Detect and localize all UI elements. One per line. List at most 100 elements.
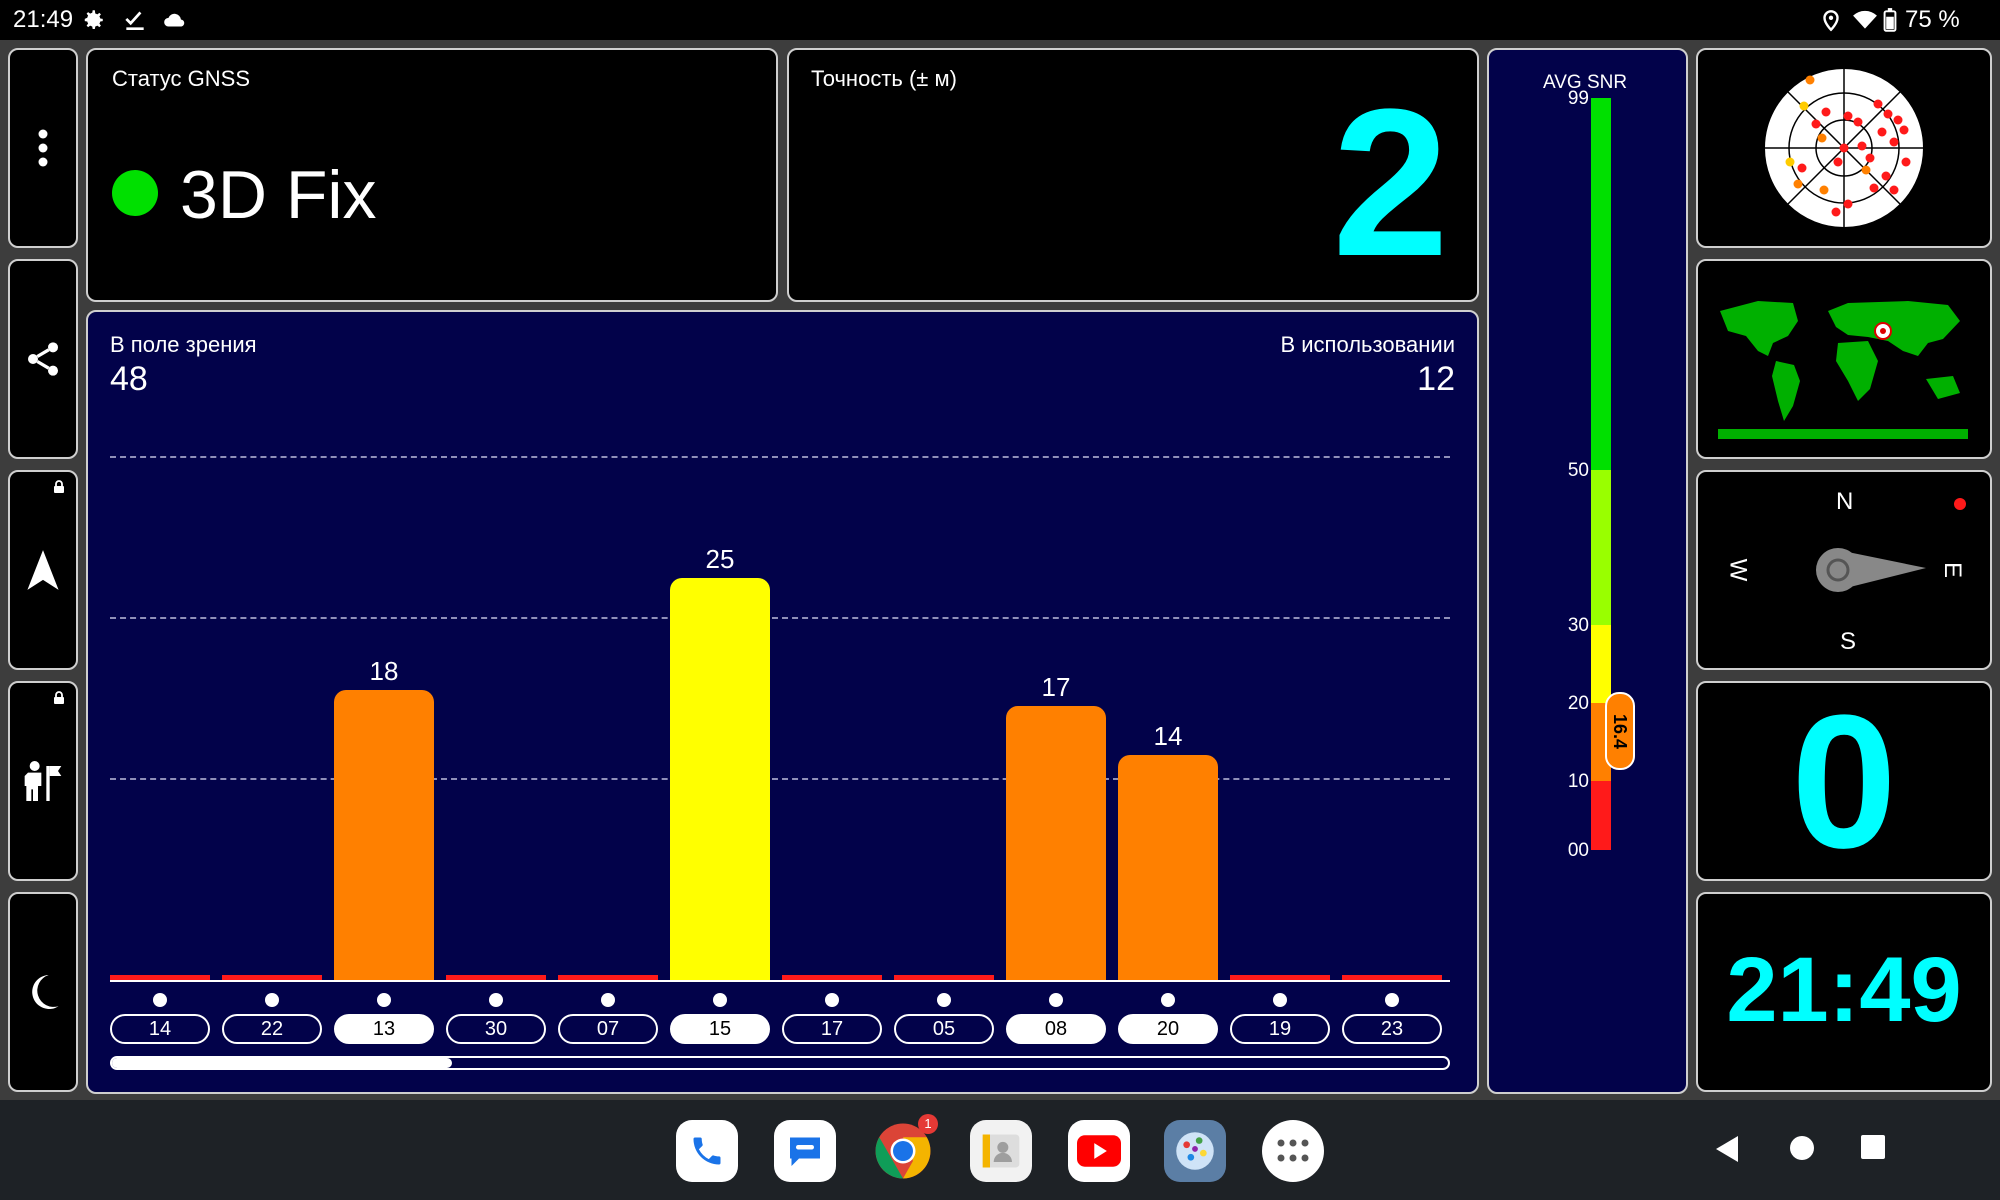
messages-icon: [790, 1137, 820, 1166]
share-icon: [28, 342, 58, 376]
compass-south: S: [1840, 628, 1857, 655]
satellite-status-dot: [265, 993, 279, 1007]
signal-bar: [1118, 754, 1218, 980]
satellite-prn[interactable]: 15: [670, 1014, 770, 1044]
grid-line: [110, 456, 1450, 458]
sky-plot-satellite: [1883, 109, 1893, 119]
speed-panel[interactable]: 0: [1696, 681, 1992, 881]
navigation-arrow-icon: [27, 550, 59, 590]
signal-bar: [670, 577, 770, 980]
battery-percent: 75 %: [1905, 6, 1960, 33]
world-map: [1718, 301, 1968, 439]
sky-plot-satellite: [1853, 117, 1863, 127]
satellite-status-dot: [1161, 993, 1175, 1007]
compass-west: W: [1724, 558, 1752, 582]
satellite-prn[interactable]: 07: [558, 1014, 658, 1044]
sky-plot-satellite: [1861, 165, 1871, 175]
recents-icon[interactable]: [1860, 1134, 1886, 1160]
satellite-prn[interactable]: 22: [222, 1014, 322, 1044]
phone-app[interactable]: [676, 1120, 738, 1182]
in-view-count: 48: [110, 360, 148, 398]
sky-plot-satellite: [1811, 119, 1821, 129]
sky-plot-satellite: [1819, 185, 1829, 195]
accuracy-panel[interactable]: Точность (± м) 2: [787, 48, 1479, 302]
hiker-button[interactable]: [8, 681, 78, 881]
satellite-signal-panel[interactable]: В поле зрения 48 В использовании 12 18 25…: [86, 310, 1479, 1094]
snr-tick-label: 10: [1567, 771, 1589, 792]
compass-panel[interactable]: N S E W: [1696, 470, 1992, 670]
chrome-notification-badge: 1: [918, 1114, 938, 1134]
menu-button[interactable]: [8, 48, 78, 248]
snr-segment: [1591, 98, 1611, 470]
check-icon: [125, 11, 144, 31]
satellite-status-dot: [489, 993, 503, 1007]
gps-app-icon: [1176, 1132, 1214, 1170]
in-view-label: В поле зрения: [110, 332, 257, 357]
sky-plot-panel[interactable]: [1696, 48, 1992, 248]
snr-segment: [1591, 625, 1611, 703]
compass-north: N: [1836, 488, 1854, 515]
wifi-icon: [1853, 10, 1877, 29]
clock-panel[interactable]: 21:49: [1696, 892, 1992, 1092]
sky-plot-satellite: [1805, 75, 1815, 85]
accuracy-label: Точность (± м): [811, 66, 957, 91]
sky-plot-satellite: [1881, 171, 1891, 181]
satellite-prn[interactable]: 30: [446, 1014, 546, 1044]
snr-segment: [1591, 781, 1611, 850]
sky-plot-satellite: [1793, 179, 1803, 189]
home-icon[interactable]: [1788, 1134, 1816, 1162]
gps-app[interactable]: [1164, 1120, 1226, 1182]
signal-bar-value: 17: [1041, 672, 1071, 703]
compass-needle-icon: [1816, 548, 1926, 592]
status-bar: 21:49 75 %: [0, 0, 2000, 40]
sky-plot-satellite: [1833, 157, 1843, 167]
compass-indicator-dot: [1954, 498, 1966, 510]
signal-bar: [1006, 706, 1106, 980]
compass-east: E: [1939, 561, 1967, 579]
in-use-count: 12: [1417, 360, 1455, 398]
satellite-prn[interactable]: 08: [1006, 1014, 1106, 1044]
app-drawer-icon: [1277, 1139, 1309, 1162]
snr-tick-label: 30: [1567, 615, 1589, 636]
status-time: 21:49: [13, 6, 74, 33]
sky-plot-satellite: [1799, 101, 1809, 111]
share-button[interactable]: [8, 259, 78, 459]
satellite-status-dot: [937, 993, 951, 1007]
navigation-button[interactable]: [8, 470, 78, 670]
hiker-flag-icon: [24, 761, 62, 801]
sky-plot-satellite: [1877, 127, 1887, 137]
satellite-prn[interactable]: 05: [894, 1014, 994, 1044]
satellite-prn[interactable]: 20: [1118, 1014, 1218, 1044]
sky-plot-satellite: [1797, 163, 1807, 173]
snr-tick-label: 00: [1567, 840, 1589, 861]
accuracy-value: 2: [1332, 65, 1449, 300]
grid-line: [110, 778, 1450, 780]
contacts-app[interactable]: [970, 1120, 1032, 1182]
satellite-prn[interactable]: 23: [1342, 1014, 1442, 1044]
satellite-prn[interactable]: 14: [110, 1014, 210, 1044]
snr-average-marker: 16.4: [1605, 692, 1635, 771]
more-vert-icon: [38, 129, 48, 167]
gnss-status-panel[interactable]: Статус GNSS 3D Fix: [86, 48, 778, 302]
sky-plot-satellite: [1865, 153, 1875, 163]
youtube-app[interactable]: [1068, 1120, 1130, 1182]
messages-app[interactable]: [774, 1120, 836, 1182]
signal-bar-value: 14: [1153, 720, 1183, 751]
chrome-app[interactable]: 1: [872, 1114, 938, 1182]
avg-snr-panel[interactable]: AVG SNR 99 50 30 20 10 00 16.4: [1487, 48, 1688, 1094]
satellite-status-dot: [153, 993, 167, 1007]
sky-plot-satellite: [1869, 183, 1879, 193]
navigation-bar: 1: [0, 1100, 2000, 1200]
world-map-panel[interactable]: [1696, 259, 1992, 459]
satellite-prn[interactable]: 13: [334, 1014, 434, 1044]
satellite-prn[interactable]: 17: [782, 1014, 882, 1044]
chart-scrollbar[interactable]: [110, 1056, 1450, 1070]
youtube-icon: [1077, 1135, 1121, 1167]
app-drawer-button[interactable]: [1262, 1120, 1324, 1182]
back-icon[interactable]: [1714, 1134, 1740, 1164]
signal-bar: [334, 690, 434, 980]
satellite-prn[interactable]: 19: [1230, 1014, 1330, 1044]
snr-tick-label: 50: [1567, 460, 1589, 481]
scrollbar-thumb[interactable]: [112, 1058, 452, 1068]
night-mode-button[interactable]: [8, 892, 78, 1092]
